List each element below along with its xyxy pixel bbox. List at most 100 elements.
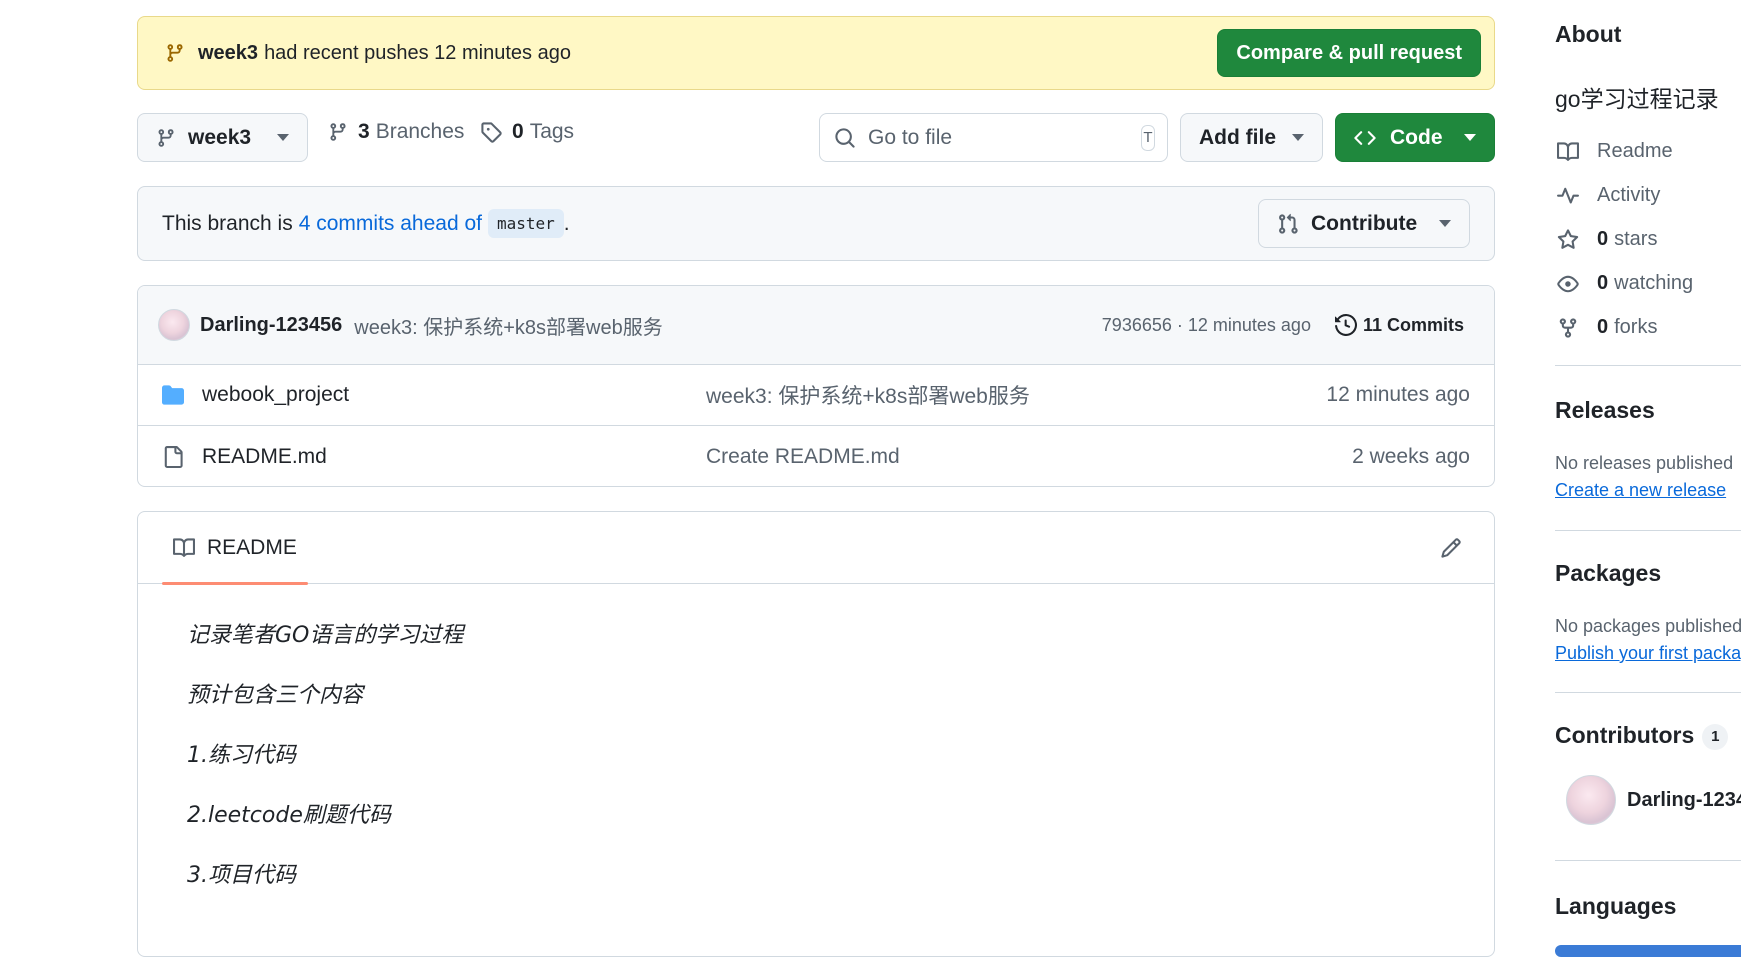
chevron-down-icon	[277, 134, 289, 141]
commits-count-label: 11 Commits	[1362, 314, 1464, 335]
go-to-file-search[interactable]: T	[819, 113, 1168, 162]
code-icon	[1354, 127, 1376, 149]
code-button-label: Code	[1390, 125, 1443, 149]
pull-request-icon	[1277, 213, 1299, 235]
avatar[interactable]	[1566, 775, 1616, 825]
forks-link[interactable]: 0 forks	[1555, 316, 1657, 339]
file-list: Darling-123456 week3: 保护系统+k8s部署web服务 79…	[137, 285, 1495, 487]
tag-icon	[480, 121, 502, 143]
commit-author-link[interactable]: Darling-123456	[200, 314, 342, 337]
readme-link[interactable]: Readme	[1555, 140, 1673, 163]
commit-message-link[interactable]: week3: 保护系统+k8s部署web服务	[354, 311, 662, 340]
add-file-button[interactable]: Add file	[1180, 113, 1323, 162]
readme-line: 记录笔者GO语言的学习过程	[187, 623, 464, 648]
file-commit-age: 2 weeks ago	[1352, 444, 1470, 468]
releases-empty-text: No releases published	[1555, 453, 1734, 473]
readme-tab-label: README	[207, 535, 297, 559]
edit-pencil-icon[interactable]	[1440, 537, 1462, 559]
git-branch-icon	[164, 42, 186, 64]
avatar[interactable]	[158, 309, 190, 341]
tags-link[interactable]: 0 Tags	[480, 120, 574, 144]
publish-package-link[interactable]: Publish your first package	[1555, 643, 1741, 664]
forks-count: 0	[1597, 316, 1609, 338]
sidebar-divider	[1555, 692, 1741, 693]
eye-icon	[1555, 273, 1581, 295]
commit-history-link[interactable]: 11 Commits	[1334, 314, 1464, 336]
readme-link-label: Readme	[1597, 140, 1673, 162]
releases-heading[interactable]: Releases	[1555, 397, 1655, 424]
compare-pull-request-button[interactable]: Compare & pull request	[1217, 29, 1481, 77]
star-icon	[1555, 228, 1581, 251]
go-to-file-input[interactable]	[866, 124, 1141, 151]
banner-message: had recent pushes 12 minutes ago	[264, 41, 571, 64]
repo-description: go学习过程记录	[1555, 86, 1719, 112]
contributor-name[interactable]: Darling-123456	[1627, 789, 1741, 812]
watching-label: watching	[1614, 272, 1694, 294]
tab-readme[interactable]: README	[162, 512, 308, 585]
chevron-down-icon	[1464, 134, 1476, 141]
search-icon	[834, 127, 856, 149]
forks-label: forks	[1614, 316, 1658, 338]
git-branch-icon	[328, 121, 348, 143]
languages-heading: Languages	[1555, 893, 1677, 919]
file-commit-age: 12 minutes ago	[1326, 383, 1470, 406]
activity-link[interactable]: Activity	[1555, 184, 1660, 207]
tags-label: Tags	[529, 120, 575, 143]
readme-header: README	[138, 512, 1494, 585]
readme-content: 记录笔者GO语言的学习过程 预计包含三个内容 1.练习代码 2.leetcode…	[138, 584, 1494, 891]
contributors-heading[interactable]: Contributors 1	[1555, 722, 1729, 750]
sidebar-divider	[1555, 530, 1741, 531]
code-button[interactable]: Code	[1335, 113, 1495, 162]
book-icon	[1555, 141, 1581, 163]
add-file-label: Add file	[1199, 125, 1276, 149]
repo-sidebar: About go学习过程记录 Readme Activity 0 stars 0…	[1555, 0, 1741, 963]
branches-count: 3	[358, 120, 370, 143]
branch-selector-label: week3	[188, 125, 252, 149]
banner-branch-name[interactable]: week3	[198, 42, 258, 65]
packages-heading[interactable]: Packages	[1555, 560, 1661, 587]
file-name-link[interactable]: webook_project	[202, 383, 706, 407]
branch-comparison-box: This branch is 4 commits ahead of master…	[137, 186, 1495, 261]
activity-link-label: Activity	[1597, 184, 1661, 206]
readme-line: 3.项目代码	[187, 863, 296, 888]
keyboard-shortcut-hint: T	[1141, 124, 1155, 151]
sidebar-divider	[1555, 860, 1741, 861]
about-heading: About	[1555, 21, 1622, 47]
branch-selector-button[interactable]: week3	[137, 113, 308, 162]
file-commit-message-link[interactable]: week3: 保护系统+k8s部署web服务	[706, 380, 1326, 410]
commits-ahead-link[interactable]: 4 commits ahead of	[299, 212, 482, 236]
stars-link[interactable]: 0 stars	[1555, 228, 1657, 251]
file-row-webook-project[interactable]: webook_project week3: 保护系统+k8s部署web服务 12…	[138, 365, 1494, 426]
create-release-link[interactable]: Create a new release	[1555, 480, 1726, 501]
history-icon	[1334, 314, 1357, 336]
watchers-link[interactable]: 0 watching	[1555, 272, 1693, 295]
branches-link[interactable]: 3 Branches	[328, 120, 464, 144]
commit-hash-and-time[interactable]: 7936656 · 12 minutes ago	[1102, 315, 1311, 336]
tags-count: 0	[512, 120, 524, 143]
contributors-count-badge: 1	[1702, 723, 1729, 750]
stars-count: 0	[1597, 228, 1609, 250]
readme-line: 预计包含三个内容	[187, 683, 364, 708]
recent-push-banner: week3 had recent pushes 12 minutes ago C…	[137, 16, 1495, 90]
contribute-label: Contribute	[1311, 211, 1418, 235]
file-row-readme[interactable]: README.md Create README.md 2 weeks ago	[138, 426, 1494, 486]
stars-label: stars	[1614, 228, 1658, 250]
contributors-heading-label: Contributors	[1555, 722, 1695, 748]
comparison-prefix: This branch is	[162, 211, 293, 235]
contributor-item[interactable]: Darling-123456	[1555, 775, 1741, 825]
readme-line: 1.练习代码	[187, 743, 296, 768]
latest-commit-row: Darling-123456 week3: 保护系统+k8s部署web服务 79…	[138, 286, 1494, 365]
chevron-down-icon	[1292, 134, 1304, 141]
git-branch-icon	[156, 127, 176, 149]
file-icon	[160, 445, 186, 469]
file-name-link[interactable]: README.md	[202, 445, 706, 469]
pulse-icon	[1555, 185, 1581, 207]
readme-panel: README 记录笔者GO语言的学习过程 预计包含三个内容 1.练习代码 2.l…	[137, 511, 1495, 957]
file-commit-message-link[interactable]: Create README.md	[706, 445, 1352, 469]
contribute-button[interactable]: Contribute	[1258, 199, 1470, 248]
comparison-suffix: .	[563, 211, 570, 235]
folder-icon	[160, 384, 186, 406]
base-branch-chip: master	[487, 209, 564, 238]
book-icon	[173, 537, 195, 559]
watching-count: 0	[1597, 272, 1609, 294]
